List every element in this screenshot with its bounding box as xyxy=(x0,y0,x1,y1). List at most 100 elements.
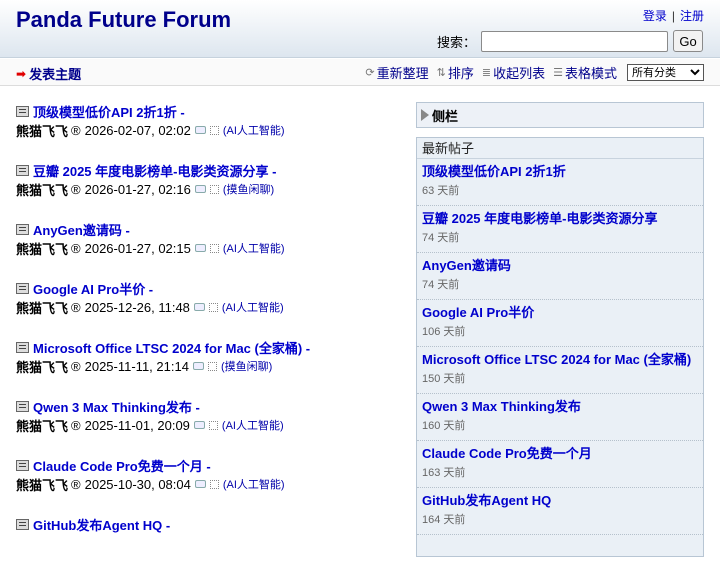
recent-post: 顶级模型低价API 2折1折 63 天前 xyxy=(417,159,703,206)
comment-bubble-icon[interactable] xyxy=(194,244,206,252)
toolbar-tools: ⟳ 重新整理 ⇅ 排序 ≣ 收起列表 ☰ 表格模式 所有分类 xyxy=(357,63,704,82)
thread-date: 2026-01-27, 02:16 xyxy=(84,181,191,197)
thread-category[interactable]: (AI人工智能) xyxy=(223,240,285,256)
thread-title-link[interactable]: Claude Code Pro免费一个月 - xyxy=(33,456,211,475)
thread-item: Qwen 3 Max Thinking发布 - 熊猫飞飞 ® 2025-11-0… xyxy=(16,397,401,456)
thread-item: Google AI Pro半价 - 熊猫飞飞 ® 2025-12-26, 11:… xyxy=(16,279,401,338)
recent-post: Microsoft Office LTSC 2024 for Mac (全家桶)… xyxy=(417,347,703,394)
thread-author[interactable]: 熊猫飞飞 xyxy=(16,239,68,258)
recent-post: 豆瓣 2025 年度电影榜单-电影类资源分享 74 天前 xyxy=(417,206,703,253)
post-topic-label: 发表主题 xyxy=(29,67,82,82)
thread-date: 2025-11-01, 20:09 xyxy=(84,417,190,433)
thread-category[interactable]: (摸鱼闲聊) xyxy=(221,358,272,374)
thread-category[interactable]: (AI人工智能) xyxy=(223,122,285,138)
grid-icon[interactable] xyxy=(208,302,218,312)
sort-button[interactable]: ⇅ 排序 xyxy=(437,63,474,82)
go-button[interactable]: Go xyxy=(673,30,704,52)
thread-date: 2025-10-30, 08:04 xyxy=(84,476,191,492)
thread-title-link[interactable]: Qwen 3 Max Thinking发布 - xyxy=(33,397,200,416)
thread-meta: 熊猫飞飞 ® 2025-11-01, 20:09 (AI人工智能) xyxy=(16,415,401,435)
thread-category[interactable]: (摸鱼闲聊) xyxy=(223,181,274,197)
registered-mark: ® xyxy=(71,181,81,197)
recent-post-link[interactable]: GitHub发布Agent HQ xyxy=(422,493,703,509)
thread-item: AnyGen邀请码 - 熊猫飞飞 ® 2026-01-27, 02:15 (AI… xyxy=(16,220,401,279)
registered-mark: ® xyxy=(71,358,81,374)
thread-meta: 熊猫飞飞 ® 2026-02-07, 02:02 (AI人工智能) xyxy=(16,120,401,140)
refresh-icon: ⟳ xyxy=(365,67,375,79)
thread-icon xyxy=(16,164,29,176)
search-form: 搜索： Go xyxy=(437,30,704,52)
comment-bubble-icon[interactable] xyxy=(194,480,206,488)
thread-author[interactable]: 熊猫飞飞 xyxy=(16,475,68,494)
recent-post: Claude Code Pro免费一个月 163 天前 xyxy=(417,441,703,488)
recent-post-age: 150 天前 xyxy=(422,373,466,385)
thread-icon xyxy=(16,341,29,353)
grid-icon[interactable] xyxy=(209,184,219,194)
comment-bubble-icon[interactable] xyxy=(194,126,206,134)
thread-icon xyxy=(16,223,29,235)
search-input[interactable] xyxy=(481,30,669,52)
comment-bubble-icon[interactable] xyxy=(193,303,205,311)
grid-icon[interactable] xyxy=(209,125,219,135)
refresh-button[interactable]: ⟳ 重新整理 xyxy=(365,63,428,82)
thread-title-row: Claude Code Pro免费一个月 - xyxy=(16,456,401,474)
thread-meta: 熊猫飞飞 ® 2026-01-27, 02:16 (摸鱼闲聊) xyxy=(16,179,401,199)
recent-post-link[interactable]: Microsoft Office LTSC 2024 for Mac (全家桶) xyxy=(422,352,703,368)
thread-author[interactable]: 熊猫飞飞 xyxy=(16,357,68,376)
thread-icon xyxy=(16,400,29,412)
thread-item: 顶级模型低价API 2折1折 - 熊猫飞飞 ® 2026-02-07, 02:0… xyxy=(16,102,401,161)
thread-title-link[interactable]: 顶级模型低价API 2折1折 - xyxy=(33,102,185,121)
thread-author[interactable]: 熊猫飞飞 xyxy=(16,180,68,199)
comment-bubble-icon[interactable] xyxy=(193,421,205,429)
recent-post-link[interactable]: Google AI Pro半价 xyxy=(422,305,703,321)
grid-icon[interactable] xyxy=(208,420,218,430)
thread-author[interactable]: 熊猫飞飞 xyxy=(16,121,68,140)
comment-bubble-icon[interactable] xyxy=(192,362,204,370)
thread-icon xyxy=(16,518,29,530)
thread-category[interactable]: (AI人工智能) xyxy=(222,299,284,315)
registered-mark: ® xyxy=(71,476,81,492)
thread-category[interactable]: (AI人工智能) xyxy=(222,417,284,433)
category-select[interactable]: 所有分类 xyxy=(627,64,704,81)
table-mode-button[interactable]: ☰ 表格模式 xyxy=(553,63,617,82)
comment-bubble-icon[interactable] xyxy=(194,185,206,193)
thread-title-row: Qwen 3 Max Thinking发布 - xyxy=(16,397,401,415)
recent-post-age: 164 天前 xyxy=(422,514,466,526)
thread-title-link[interactable]: AnyGen邀请码 - xyxy=(33,220,130,239)
recent-post-link[interactable]: AnyGen邀请码 xyxy=(422,258,703,274)
collapse-list-button[interactable]: ≣ 收起列表 xyxy=(482,63,545,82)
thread-icon xyxy=(16,459,29,471)
grid-icon[interactable] xyxy=(207,361,217,371)
thread-author[interactable]: 熊猫飞飞 xyxy=(16,416,68,435)
thread-category[interactable]: (AI人工智能) xyxy=(223,476,285,492)
sidebar-title: 侧栏 xyxy=(432,108,459,124)
table-icon: ☰ xyxy=(553,67,563,79)
register-link[interactable]: 注册 xyxy=(680,9,704,23)
thread-title-link[interactable]: Microsoft Office LTSC 2024 for Mac (全家桶)… xyxy=(33,338,310,357)
site-title[interactable]: Panda Future Forum xyxy=(16,7,231,33)
auth-links: 登录 | 注册 xyxy=(643,7,704,24)
thread-author[interactable]: 熊猫飞飞 xyxy=(16,298,68,317)
grid-icon[interactable] xyxy=(209,479,219,489)
thread-title-link[interactable]: GitHub发布Agent HQ - xyxy=(33,515,170,534)
thread-icon xyxy=(16,282,29,294)
recent-posts-title: 最新帖子 xyxy=(417,138,703,159)
sidebar-toggle[interactable]: 侧栏 xyxy=(416,102,704,128)
recent-post-age: 106 天前 xyxy=(422,326,466,338)
recent-post-age: 74 天前 xyxy=(422,279,460,291)
sort-label: 排序 xyxy=(447,66,474,81)
recent-post: Qwen 3 Max Thinking发布 160 天前 xyxy=(417,394,703,441)
post-topic-button[interactable]: ➡ 发表主题 xyxy=(16,64,81,83)
recent-post-link[interactable]: Qwen 3 Max Thinking发布 xyxy=(422,399,703,415)
recent-post-link[interactable]: 顶级模型低价API 2折1折 xyxy=(422,164,703,180)
login-link[interactable]: 登录 xyxy=(643,9,667,23)
recent-post: Google AI Pro半价 106 天前 xyxy=(417,300,703,347)
collapse-label: 收起列表 xyxy=(493,66,546,81)
thread-title-link[interactable]: 豆瓣 2025 年度电影榜单-电影类资源分享 - xyxy=(33,161,276,180)
grid-icon[interactable] xyxy=(209,243,219,253)
recent-post-link[interactable]: Claude Code Pro免费一个月 xyxy=(422,446,703,462)
thread-meta: 熊猫飞飞 ® 2025-10-30, 08:04 (AI人工智能) xyxy=(16,474,401,494)
registered-mark: ® xyxy=(71,299,81,315)
recent-post-link[interactable]: 豆瓣 2025 年度电影榜单-电影类资源分享 xyxy=(422,211,703,227)
thread-title-link[interactable]: Google AI Pro半价 - xyxy=(33,279,153,298)
